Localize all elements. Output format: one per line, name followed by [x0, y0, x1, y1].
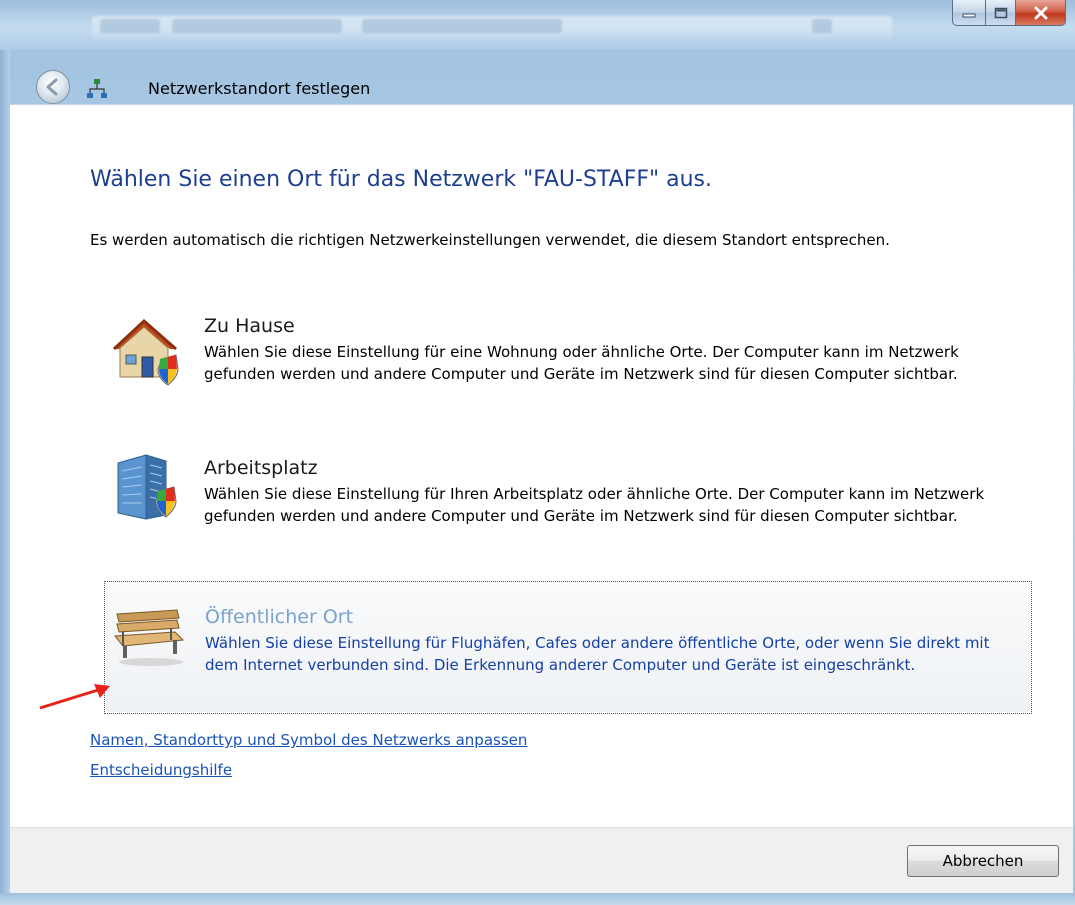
option-public[interactable]: Öffentlicher Ort Wählen Sie diese Einste… — [104, 581, 1032, 714]
navigation-row: Netzwerkstandort festlegen — [0, 58, 1075, 108]
option-work[interactable]: Arbeitsplatz Wählen Sie diese Einstellun… — [104, 454, 1032, 562]
close-icon — [1034, 6, 1047, 19]
option-home[interactable]: Zu Hause Wählen Sie diese Einstellung fü… — [104, 315, 1032, 420]
decision-help-link[interactable]: Entscheidungshilfe — [90, 761, 232, 779]
option-description: Wählen Sie diese Einstellung für Flughäf… — [205, 634, 990, 674]
back-button[interactable] — [36, 70, 70, 104]
option-title: Arbeitsplatz — [204, 457, 318, 479]
park-bench-icon — [114, 609, 185, 666]
annotation-arrow-icon — [39, 684, 110, 710]
maximize-icon — [994, 7, 1007, 18]
option-title: Zu Hause — [204, 315, 295, 337]
maximize-button[interactable] — [986, 0, 1016, 26]
back-arrow-icon — [46, 78, 58, 96]
cancel-button[interactable]: Abbrechen — [907, 845, 1059, 877]
option-description: Wählen Sie diese Einstellung für Ihren A… — [204, 485, 985, 525]
content-area: Wählen Sie einen Ort für das Netzwerk "F… — [10, 104, 1073, 828]
option-title: Öffentlicher Ort — [205, 606, 354, 628]
network-icon — [87, 79, 107, 98]
window-frame: Netzwerkstandort festlegen Wählen Sie ei… — [0, 0, 1075, 905]
window-left-border — [0, 50, 10, 893]
close-button[interactable] — [1016, 0, 1066, 26]
dialog-footer: Abbrechen — [10, 827, 1073, 894]
blurred-address-bar — [92, 16, 892, 40]
minimize-icon — [962, 13, 976, 17]
house-icon — [112, 318, 179, 386]
page-heading: Wählen Sie einen Ort für das Netzwerk "F… — [90, 167, 712, 192]
office-building-icon — [117, 454, 177, 520]
window-bottom-border — [0, 893, 1075, 905]
title-bar — [0, 0, 1075, 50]
intro-text: Es werden automatisch die richtigen Netz… — [90, 231, 890, 249]
dialog-title: Netzwerkstandort festlegen — [148, 79, 371, 98]
customize-network-link[interactable]: Namen, Standorttyp und Symbol des Netzwe… — [90, 731, 527, 749]
minimize-button[interactable] — [952, 0, 986, 26]
caption-buttons — [952, 0, 1066, 32]
option-description: Wählen Sie diese Einstellung für eine Wo… — [204, 343, 959, 383]
